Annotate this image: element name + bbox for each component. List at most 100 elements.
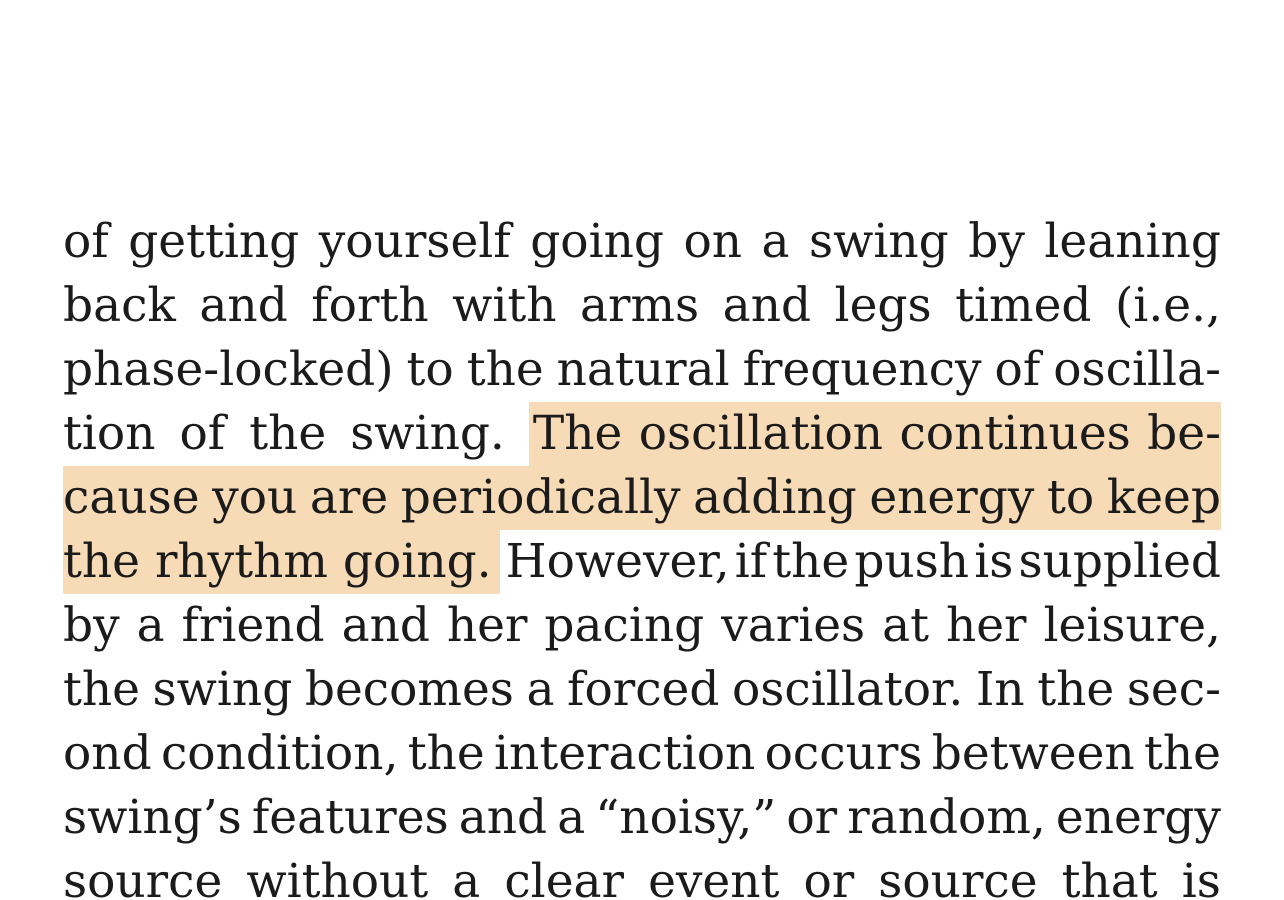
word: keep bbox=[1106, 470, 1221, 525]
word: timed bbox=[955, 278, 1092, 333]
word: by bbox=[968, 214, 1025, 269]
word: “noisy,” bbox=[595, 790, 777, 845]
word: the bbox=[1037, 662, 1115, 717]
word: random, bbox=[847, 790, 1046, 845]
word: a bbox=[761, 214, 790, 269]
text-line: source without a clear event or source t… bbox=[63, 850, 1221, 900]
word: are bbox=[309, 470, 389, 525]
word: the bbox=[772, 534, 850, 589]
word: (i.e., bbox=[1114, 278, 1221, 333]
word: by bbox=[63, 598, 120, 653]
word: source bbox=[63, 854, 223, 900]
word: and bbox=[458, 790, 548, 845]
text-line: swing’s features and a “noisy,” or rando… bbox=[63, 786, 1221, 850]
word: is bbox=[974, 534, 1014, 589]
word: the bbox=[1144, 726, 1221, 781]
word: energy bbox=[1055, 790, 1221, 845]
word: her bbox=[945, 598, 1027, 653]
text-line: ond condition, the interaction occurs be… bbox=[63, 722, 1221, 786]
word: or bbox=[786, 790, 838, 845]
text-line: phase-locked) to the natural frequency o… bbox=[63, 338, 1221, 402]
text-line: by a friend and her pacing varies at her… bbox=[63, 594, 1221, 658]
text-line: back and forth with arms and legs timed … bbox=[63, 274, 1221, 338]
word: the bbox=[407, 726, 485, 781]
word: you bbox=[212, 470, 298, 525]
word: of bbox=[63, 214, 109, 269]
word: with bbox=[452, 278, 557, 333]
word: supplied bbox=[1018, 534, 1221, 589]
word: the bbox=[63, 534, 140, 589]
word: going. bbox=[342, 534, 492, 589]
word: swing bbox=[152, 662, 293, 717]
word: and bbox=[199, 278, 288, 333]
word: to bbox=[406, 342, 454, 397]
word: condition, bbox=[160, 726, 399, 781]
word: event bbox=[648, 854, 780, 900]
text-line: the rhythm going. However, if the push i… bbox=[63, 530, 1221, 594]
word: that bbox=[1061, 854, 1158, 900]
word: a bbox=[526, 662, 555, 717]
word: her bbox=[446, 598, 528, 653]
word: swing. bbox=[350, 406, 505, 461]
highlight-segment[interactable]: cause you are periodically adding energy… bbox=[63, 466, 1221, 530]
word: legs bbox=[834, 278, 932, 333]
word: of bbox=[994, 342, 1041, 397]
word: a bbox=[452, 854, 481, 900]
word: of bbox=[179, 406, 226, 461]
reader-page: of getting yourself going on a swing by … bbox=[0, 0, 1284, 900]
word: leisure, bbox=[1043, 598, 1221, 653]
highlight-segment[interactable]: The oscillation continues be- bbox=[528, 402, 1221, 466]
word: friend bbox=[181, 598, 325, 653]
word: In bbox=[975, 662, 1025, 717]
word: occurs bbox=[764, 726, 923, 781]
word: push bbox=[854, 534, 970, 589]
word: continues bbox=[899, 406, 1131, 461]
word: on bbox=[683, 214, 743, 269]
word: to bbox=[1046, 470, 1095, 525]
word: at bbox=[882, 598, 930, 653]
word: tion bbox=[63, 406, 156, 461]
book-text: of getting yourself going on a swing by … bbox=[63, 210, 1221, 900]
highlight-segment[interactable]: the rhythm going. bbox=[63, 530, 500, 594]
word: oscillator. bbox=[732, 662, 964, 717]
word: and bbox=[341, 598, 430, 653]
word: periodically bbox=[400, 470, 681, 525]
word: the bbox=[249, 406, 327, 461]
word: frequency bbox=[742, 342, 982, 397]
word: without bbox=[246, 854, 429, 900]
word: if bbox=[734, 534, 768, 589]
word: energy bbox=[869, 470, 1035, 525]
text-line: of getting yourself going on a swing by … bbox=[63, 210, 1221, 274]
word: and bbox=[722, 278, 812, 333]
word: However, bbox=[505, 534, 730, 589]
text-line: tion of the swing. The oscillation conti… bbox=[63, 402, 1221, 466]
word: sec- bbox=[1126, 662, 1221, 717]
word: back bbox=[63, 278, 176, 333]
word: ond bbox=[63, 726, 152, 781]
word: the bbox=[466, 342, 544, 397]
word: oscilla- bbox=[1053, 342, 1221, 397]
word: be- bbox=[1147, 406, 1221, 461]
word: getting bbox=[128, 214, 300, 269]
word: interaction bbox=[494, 726, 756, 781]
word: is bbox=[1181, 854, 1221, 900]
word: features bbox=[251, 790, 449, 845]
line-tail: However, if the push is supplied bbox=[500, 530, 1221, 594]
word: source bbox=[878, 854, 1038, 900]
word: The bbox=[532, 406, 623, 461]
word: going bbox=[530, 214, 664, 269]
word: between bbox=[931, 726, 1135, 781]
word: forth bbox=[311, 278, 429, 333]
word: swing bbox=[809, 214, 949, 269]
word: rhythm bbox=[154, 534, 328, 589]
word: the bbox=[63, 662, 140, 717]
text-line: the swing becomes a forced oscillator. I… bbox=[63, 658, 1221, 722]
word: yourself bbox=[318, 214, 511, 269]
word: clear bbox=[504, 854, 625, 900]
word: phase-locked) bbox=[63, 342, 394, 397]
word: adding bbox=[693, 470, 857, 525]
word: forced bbox=[567, 662, 720, 717]
word: oscillation bbox=[638, 406, 884, 461]
word: cause bbox=[63, 470, 200, 525]
word: becomes bbox=[304, 662, 514, 717]
